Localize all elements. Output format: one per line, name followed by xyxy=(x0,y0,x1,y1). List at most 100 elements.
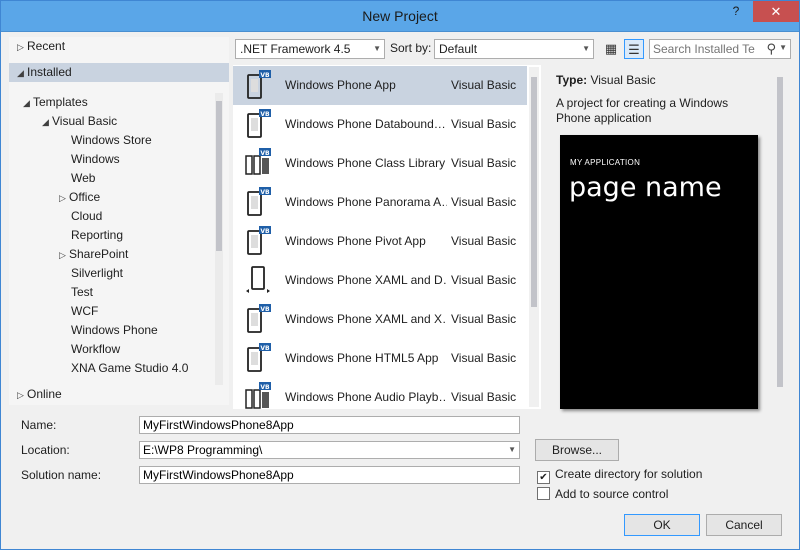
details-scrollbar-thumb[interactable] xyxy=(777,77,783,387)
template-name: Windows Phone HTML5 App xyxy=(285,351,439,365)
list-view-button[interactable]: ☰ xyxy=(624,39,644,59)
tree-node-label: Recent xyxy=(27,39,66,53)
category-tree: ▷ Recent ◢ Installed ◢ Templates ◢ Visual Ba… xyxy=(9,37,229,405)
tree-node-visual-basic[interactable]: ◢ Visual Basic xyxy=(42,112,117,131)
tree-node-test[interactable]: Test xyxy=(71,283,93,302)
create-directory-option[interactable]: ✔ Create directory for solution xyxy=(537,467,702,484)
tree-node-installed[interactable]: ◢ Installed xyxy=(9,63,229,82)
expand-arrow-icon[interactable]: ▷ xyxy=(17,386,27,405)
name-label: Name: xyxy=(21,418,57,432)
tree-node-office[interactable]: ▷ Office xyxy=(59,188,100,207)
expand-arrow-icon[interactable]: ▷ xyxy=(59,189,69,208)
tree-node-reporting[interactable]: Reporting xyxy=(71,226,123,245)
collapse-arrow-icon[interactable]: ◢ xyxy=(17,64,27,83)
tree-node-label: Windows Phone xyxy=(71,323,158,337)
tree-node-recent[interactable]: ▷ Recent xyxy=(17,37,65,56)
name-field[interactable] xyxy=(139,416,520,434)
list-icon: ☰ xyxy=(628,42,640,57)
tree-node-silverlight[interactable]: Silverlight xyxy=(71,264,123,283)
browse-button[interactable]: Browse... xyxy=(535,439,619,461)
tree-node-label: Cloud xyxy=(71,209,103,223)
location-label: Location: xyxy=(21,443,70,457)
tree-node-web[interactable]: Web xyxy=(71,169,95,188)
tree-node-windows-store[interactable]: Windows Store xyxy=(71,131,152,150)
template-name: Windows Phone XAML and X… xyxy=(285,312,447,326)
template-row[interactable]: VB Windows Phone HTML5 App Visual Basic xyxy=(233,339,527,378)
class-library-vb-icon: VB xyxy=(245,148,271,178)
help-button[interactable]: ? xyxy=(723,1,749,22)
template-language: Visual Basic xyxy=(451,156,517,170)
window-title: New Project xyxy=(362,8,438,24)
tree-node-workflow[interactable]: Workflow xyxy=(71,340,120,359)
phone-vb-icon: VB xyxy=(245,304,271,334)
tree-node-wcf[interactable]: WCF xyxy=(71,302,98,321)
preview-app-title: MY APPLICATION xyxy=(570,158,641,167)
template-row[interactable]: VB Windows Phone Audio Playb… Visual Basic xyxy=(233,378,527,409)
svg-text:VB: VB xyxy=(260,345,270,352)
solution-name-field[interactable] xyxy=(139,466,520,484)
chevron-down-icon[interactable]: ▼ xyxy=(779,43,787,52)
template-row[interactable]: VB Windows Phone Databound… Visual Basic xyxy=(233,105,527,144)
framework-select[interactable]: .NET Framework 4.5 ▼ xyxy=(235,39,385,59)
tree-node-label: XNA Game Studio 4.0 xyxy=(71,361,189,375)
create-directory-checkbox[interactable]: ✔ xyxy=(537,471,550,484)
name-input[interactable] xyxy=(143,417,519,433)
tree-node-label: SharePoint xyxy=(69,247,129,261)
search-icon[interactable]: ⚲ xyxy=(766,41,776,57)
type-line: Type: Visual Basic xyxy=(556,73,656,87)
location-input[interactable] xyxy=(143,442,519,458)
solution-name-input[interactable] xyxy=(143,467,519,483)
template-row[interactable]: Windows Phone XAML and D… Visual Basic xyxy=(233,261,527,300)
tree-node-templates[interactable]: ◢ Templates xyxy=(23,93,88,112)
framework-value: .NET Framework 4.5 xyxy=(240,42,351,56)
search-box[interactable]: ⚲ ▼ xyxy=(649,39,791,59)
close-button[interactable]: ✕ xyxy=(753,1,799,22)
tree-node-label: Online xyxy=(27,387,62,401)
tree-node-windows-phone[interactable]: Windows Phone xyxy=(71,321,158,340)
search-input[interactable] xyxy=(653,41,757,57)
svg-text:VB: VB xyxy=(260,111,270,118)
template-row[interactable]: VB Windows Phone XAML and X… Visual Basic xyxy=(233,300,527,339)
tree-node-xna-game-studio-4-0[interactable]: XNA Game Studio 4.0 xyxy=(71,359,188,378)
tree-node-label: Windows xyxy=(71,152,120,166)
tree-node-label: Templates xyxy=(33,95,88,109)
small-icons-view-button[interactable]: ▦ xyxy=(601,39,621,59)
tree-scrollbar-thumb[interactable] xyxy=(216,101,222,251)
collapse-arrow-icon[interactable]: ◢ xyxy=(23,94,33,113)
ok-button[interactable]: OK xyxy=(624,514,700,536)
grid-icon: ▦ xyxy=(604,41,618,56)
location-field[interactable]: ▼ xyxy=(139,441,520,459)
template-name: Windows Phone Audio Playb… xyxy=(285,390,447,404)
collapse-arrow-icon[interactable]: ◢ xyxy=(42,113,52,132)
tree-node-windows[interactable]: Windows xyxy=(71,150,120,169)
template-row[interactable]: VB Windows Phone Panorama A… Visual Basic xyxy=(233,183,527,222)
details-scrollbar[interactable] xyxy=(775,67,785,407)
template-row[interactable]: VB Windows Phone Class Library Visual Basi… xyxy=(233,144,527,183)
template-language: Visual Basic xyxy=(451,312,517,326)
title-bar[interactable]: New Project ? ✕ xyxy=(1,1,799,32)
template-list-scrollbar[interactable] xyxy=(529,67,539,407)
template-row[interactable]: VB Windows Phone App Visual Basic xyxy=(233,66,527,105)
expand-arrow-icon[interactable]: ▷ xyxy=(59,246,69,265)
preview-page-name: page name xyxy=(569,172,722,203)
template-language: Visual Basic xyxy=(451,117,517,131)
cancel-button[interactable]: Cancel xyxy=(706,514,782,536)
template-name: Windows Phone Databound… xyxy=(285,117,446,131)
template-row[interactable]: VB Windows Phone Pivot App Visual Basic xyxy=(233,222,527,261)
chevron-down-icon[interactable]: ▼ xyxy=(508,442,516,458)
add-source-control-option[interactable]: Add to source control xyxy=(537,487,668,501)
expand-arrow-icon[interactable]: ▷ xyxy=(17,38,27,57)
tree-node-cloud[interactable]: Cloud xyxy=(71,207,102,226)
template-name: Windows Phone App xyxy=(285,78,396,92)
tree-node-online[interactable]: ▷ Online xyxy=(17,385,62,404)
tree-scrollbar[interactable] xyxy=(215,93,223,385)
tree-node-label: Installed xyxy=(27,65,72,79)
template-list-scrollbar-thumb[interactable] xyxy=(531,77,537,307)
tree-node-sharepoint[interactable]: ▷ SharePoint xyxy=(59,245,128,264)
class-library-vb-icon: VB xyxy=(245,382,271,409)
template-details: Type: Visual Basic A project for creatin… xyxy=(549,65,789,409)
source-control-checkbox[interactable] xyxy=(537,487,550,500)
sort-select[interactable]: Default ▼ xyxy=(434,39,594,59)
tree-node-label: Office xyxy=(69,190,101,204)
svg-text:VB: VB xyxy=(260,384,270,391)
